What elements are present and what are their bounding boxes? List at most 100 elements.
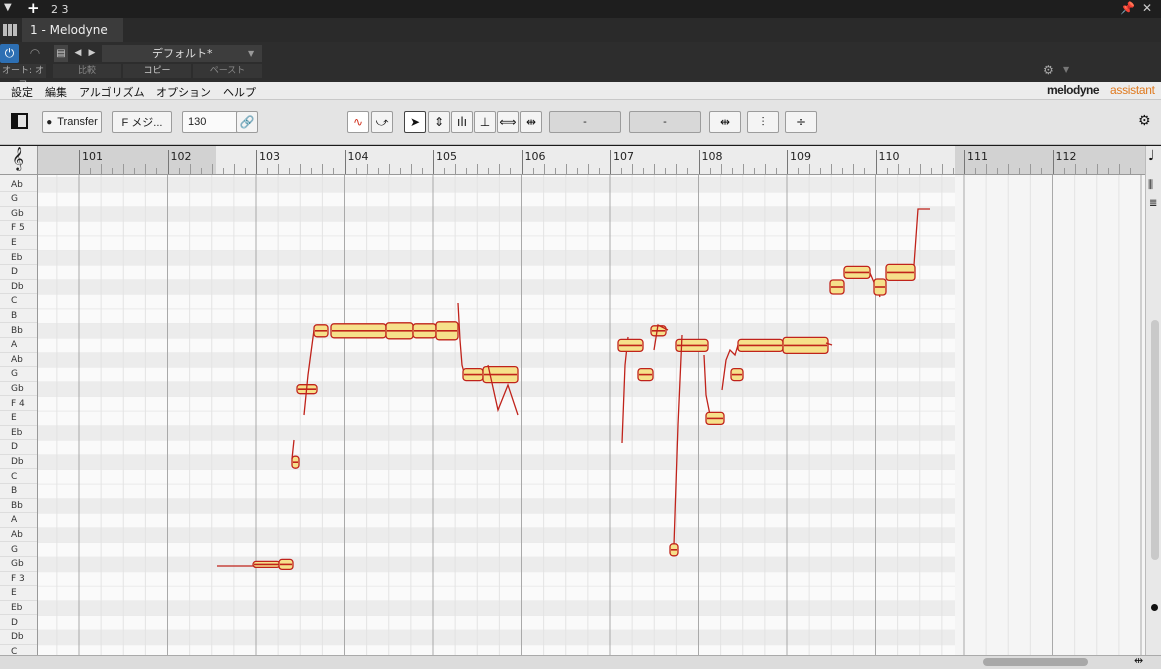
menu-options[interactable]: オプション [156,84,211,100]
value-field-1[interactable]: - [549,111,621,133]
inspector-toggle-icon[interactable] [11,113,28,129]
pitch-label: Eb [0,251,37,266]
save-preset-icon[interactable]: ▤ [54,45,68,62]
macro-timing-icon[interactable]: ⤻ [371,111,393,133]
beat-tick [300,164,302,174]
pitch-label: F 5 [0,221,37,236]
plus-icon[interactable]: + [27,0,40,17]
pitch-ruler: Ab G Gb F 5 E Eb D Db C B Bb A Ab G Gb F 4 E Eb D Db C B Bb A Ab… [0,175,38,655]
value-field-2[interactable]: - [629,111,701,133]
key-button[interactable]: F メジ... [112,111,172,133]
vertical-scroll-thumb[interactable] [1151,320,1159,560]
horizontal-scroll-thumb[interactable] [983,658,1088,666]
pitch-label: B [0,484,37,499]
zoom-vertical-icon[interactable]: ⫼ [1148,178,1153,192]
preset-select[interactable]: デフォルト* ▼ [102,45,262,62]
quantize-time-icon[interactable]: ⫶ [747,111,779,133]
next-preset-icon[interactable]: ▶ [86,45,98,62]
quantize-pitch-icon[interactable]: ⇹ [709,111,741,133]
beat-tick [410,164,412,174]
zoom-horizontal-icon[interactable]: ⇹ [1134,654,1143,667]
pitch-label: D [0,440,37,455]
bar-number: 104 [347,150,369,163]
menu-edit[interactable]: 編集 [45,84,67,100]
separation-tool-icon[interactable]: ⇹ [520,111,542,133]
bar-number: 112 [1055,150,1077,163]
timeline-ruler[interactable]: 101 102 103 104 105 106 107 108 109 110 111 112 [38,146,1145,175]
beat-tick [576,168,578,174]
compare-button[interactable]: 比較 [53,64,121,78]
scroll-icon[interactable]: ≣ [1149,198,1157,209]
auto-off-button[interactable]: オート: オフ [0,64,46,90]
link-icon[interactable]: 🔗 [236,111,258,133]
pitch-label: Db [0,630,37,645]
main-tool-icon[interactable]: ➤ [404,111,426,133]
pitch-label: Gb [0,207,37,222]
beat-tick [477,164,479,174]
copy-button[interactable]: コピー [123,64,191,78]
beat-tick [587,164,589,174]
beat-tick [1041,168,1043,174]
beat-tick [986,164,988,174]
beat-tick [200,168,202,174]
power-icon[interactable]: ⏻ [0,44,19,63]
beat-tick [654,164,656,174]
beat-tick [919,164,921,174]
amplitude-tool-icon[interactable]: ⊥ [474,111,496,133]
beat-tick [1074,164,1076,174]
pin-icon[interactable]: 📌 [1120,1,1135,15]
preset-bar: ⏻ ◠ ▤ ◀ ▶ デフォルト* ▼ オート: オフ 比較 コピー ペースト ⚙… [0,42,1161,90]
pitch-label: Bb [0,499,37,514]
align-icon[interactable]: ÷ [785,111,817,133]
beat-tick [565,164,567,174]
bar-tick [787,150,788,174]
gear-icon[interactable]: ⚙ [1138,113,1151,129]
beat-tick [598,168,600,174]
beat-tick [532,168,534,174]
beat-tick [1085,168,1087,174]
beat-tick [1030,164,1032,174]
timing-tool-icon[interactable]: ⟺ [497,111,519,133]
beat-tick [753,168,755,174]
prev-preset-icon[interactable]: ◀ [72,45,84,62]
brand-edition: assistant [1110,83,1155,97]
triangle-down-icon[interactable]: ▼ [4,2,12,13]
layout-icon[interactable] [3,24,17,36]
note-value-icon[interactable]: ♩ [1148,148,1155,164]
chevron-down-icon[interactable]: ▼ [1063,65,1069,74]
beat-tick [278,164,280,174]
clef-button[interactable]: 𝄞 [0,146,38,175]
window-count: 2 3 [51,3,69,16]
menu-settings[interactable]: 設定 [11,84,33,100]
menu-algorithm[interactable]: アルゴリズム [79,84,145,100]
pitch-label: E [0,586,37,601]
tab-melodyne[interactable]: 1 - Melodyne ▼ [22,18,123,51]
note-editor[interactable] [38,175,1145,655]
beat-tick [244,168,246,174]
transfer-button[interactable]: ● Transfer [42,111,102,133]
editor-canvas[interactable] [38,175,1145,655]
tempo-field[interactable]: 130 [182,111,238,133]
bar-number: 108 [701,150,723,163]
beat-tick [798,168,800,174]
beat-tick [554,168,556,174]
pitch-tool-icon[interactable]: ⇕ [428,111,450,133]
horizontal-scrollbar[interactable]: ⇹ [0,654,1161,669]
macro-pitch-icon[interactable]: ∿ [347,111,369,133]
vertical-scrollbar[interactable]: ♩ ⫼ ≣ [1145,146,1161,655]
pitch-label: C [0,294,37,309]
bar-number: 102 [170,150,192,163]
beat-tick [455,164,457,174]
close-icon[interactable]: ✕ [1142,1,1152,15]
beat-tick [1107,168,1109,174]
beat-tick [333,168,335,174]
gear-icon[interactable]: ⚙ [1043,63,1054,77]
pitch-label: Eb [0,426,37,441]
formant-tool-icon[interactable]: ılı [451,111,473,133]
paste-button[interactable]: ペースト [193,64,262,78]
bypass-icon[interactable]: ◠ [22,44,48,63]
zoom-slider-knob[interactable] [1151,604,1158,611]
bar-number: 106 [524,150,546,163]
beat-tick [930,168,932,174]
menu-help[interactable]: ヘルプ [223,84,256,100]
